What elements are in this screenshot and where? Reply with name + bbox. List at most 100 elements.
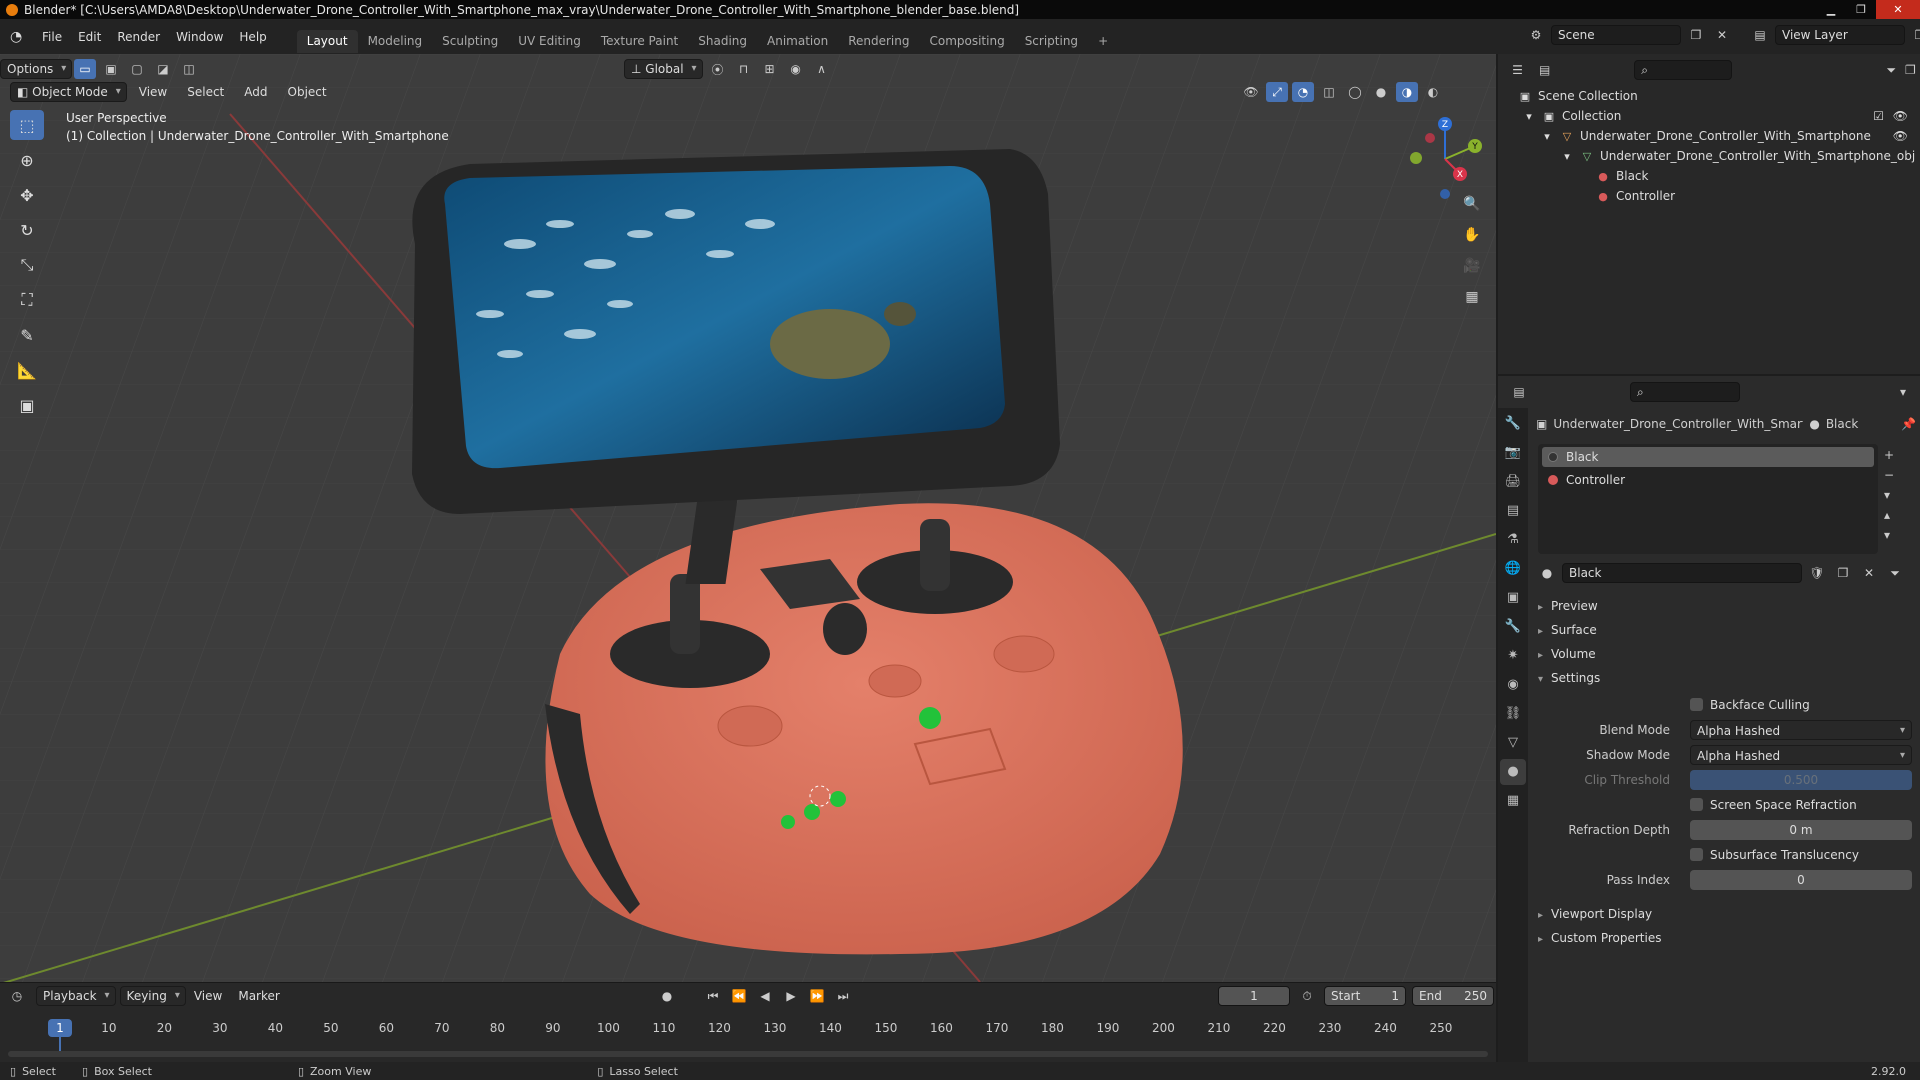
camera-view-icon[interactable]: 🎥 [1460,254,1484,278]
transform-tool-icon[interactable]: ⛶ [10,285,44,315]
solid-shading-icon[interactable]: ● [1370,82,1392,102]
tab-shading[interactable]: Shading [688,30,757,53]
tab-modeling[interactable]: Modeling [358,30,433,53]
render-tab-icon[interactable]: 📷 [1500,440,1526,466]
pin-icon[interactable]: 📌 [1901,417,1916,431]
unlink-material-icon[interactable]: ✕ [1858,563,1880,583]
panel-preview[interactable]: Preview [1538,594,1598,618]
cursor-tool-icon[interactable]: ⊕ [10,145,44,175]
3d-viewport[interactable]: ⇲ ▸ ▭ ▣ ▢ ◪ ◫ ⊥ Global ⦿ ⊓ ⊞ ◉ ∧ Options… [0,54,1496,982]
play-reverse-icon[interactable]: ◀ [754,986,776,1006]
properties-editor[interactable]: ▤ ⌕ ▾ 🔧 📷 🖨 ▤ ⚗ 🌐 ▣ 🔧 ✷ ◉ ⛓ ▽ ● ▦ ▣ Unde… [1498,376,1920,1062]
gizmo-toggle-icon[interactable]: ⤢ [1266,82,1288,102]
wireframe-shading-icon[interactable]: ◯ [1344,82,1366,102]
scene-tab-icon[interactable]: ⚗ [1500,527,1526,553]
properties-search-input[interactable]: ⌕ [1630,382,1740,402]
keying-menu[interactable]: Keying [119,986,186,1006]
tree-object[interactable]: ▾ ▽ Underwater_Drone_Controller_With_Smart… [1498,126,1920,146]
material-tab-icon[interactable]: ● [1500,759,1526,785]
panel-settings[interactable]: Settings [1538,666,1600,690]
material-filter-icon[interactable]: ⏷ [1884,563,1906,583]
panel-surface[interactable]: Surface [1538,618,1597,642]
duplicate-material-icon[interactable]: ❐ [1832,563,1854,583]
tree-scene-collection[interactable]: ▣ Scene Collection [1498,86,1920,106]
object-tab-icon[interactable]: ▣ [1500,585,1526,611]
material-name-field[interactable]: Black [1562,563,1802,583]
zoom-icon[interactable]: 🔍 [1460,192,1484,216]
close-icon[interactable]: ✕ [1876,0,1920,19]
new-scene-icon[interactable]: ❐ [1685,25,1707,45]
material-slot-black[interactable]: Black [1542,447,1874,467]
viewport-menu-add[interactable]: Add [236,81,275,103]
output-tab-icon[interactable]: 🖨 [1500,469,1526,495]
tree-material-controller[interactable]: ● Controller [1498,186,1920,206]
view-layer-icon[interactable]: ▤ [1749,25,1771,45]
current-frame-field[interactable]: 1 [1218,986,1290,1006]
delete-scene-icon[interactable]: ✕ [1711,25,1733,45]
object-visibility-icon[interactable]: 👁 [1893,126,1908,146]
jump-end-icon[interactable]: ⏭ [832,986,854,1006]
pan-hand-icon[interactable]: ✋ [1460,223,1484,247]
viewport-menu-object[interactable]: Object [280,81,335,103]
exclude-checkbox-icon[interactable]: ☑ [1873,106,1884,126]
material-shading-icon[interactable]: ◑ [1396,82,1418,102]
prev-keyframe-icon[interactable]: ⏪ [728,986,750,1006]
blend-mode-dropdown[interactable]: Alpha Hashed [1690,720,1912,741]
backface-culling-checkbox[interactable] [1690,698,1703,711]
expand-icon[interactable]: ▾ [1540,127,1554,147]
panel-viewport-display[interactable]: Viewport Display [1538,902,1652,926]
overlay-toggle-icon[interactable]: ◔ [1292,82,1314,102]
scene-icon[interactable]: ⚙ [1525,25,1547,45]
move-tool-icon[interactable]: ✥ [10,180,44,210]
annotate-tool-icon[interactable]: ✎ [10,320,44,350]
maximize-icon[interactable]: ❐ [1846,0,1876,19]
menu-window[interactable]: Window [168,26,231,48]
timeline-scrollbar[interactable] [8,1051,1488,1057]
playback-menu[interactable]: Playback [36,986,116,1006]
play-icon[interactable]: ▶ [780,986,802,1006]
collection-visibility-icon[interactable]: 👁 [1893,106,1908,126]
tab-compositing[interactable]: Compositing [919,30,1014,53]
move-slot-down-icon[interactable]: ▾ [1884,528,1894,542]
display-mode-icon[interactable]: ▤ [1535,60,1554,80]
remove-slot-icon[interactable]: − [1884,468,1894,482]
new-collection-icon[interactable]: ❐ [1901,60,1920,80]
menu-render[interactable]: Render [109,26,168,48]
subsurface-checkbox[interactable] [1690,848,1703,861]
timeline-editor[interactable]: ◷ Playback Keying View Marker ● ⏮ ⏪ ◀ ▶ … [0,982,1496,1062]
menu-file[interactable]: File [34,26,70,48]
select-box-tool-icon[interactable]: ⬚ [10,110,44,140]
particles-tab-icon[interactable]: ✷ [1500,643,1526,669]
minimize-icon[interactable]: ▁ [1816,0,1846,19]
clock-icon[interactable]: ⏱ [1296,986,1318,1006]
add-slot-icon[interactable]: + [1884,448,1894,462]
start-frame-field[interactable]: Start 1 [1324,986,1406,1006]
new-view-layer-icon[interactable]: ❐ [1909,25,1920,45]
mode-dropdown[interactable]: ◧ Object Mode [10,82,127,102]
panel-custom-properties[interactable]: Custom Properties [1538,926,1661,950]
tab-rendering[interactable]: Rendering [838,30,919,53]
viewport-menu-view[interactable]: View [131,81,175,103]
menu-edit[interactable]: Edit [70,26,109,48]
tree-mesh[interactable]: ▾ ▽ Underwater_Drone_Controller_With_Smart… [1498,146,1920,166]
tree-collection[interactable]: ▾ ▣ Collection ☑ 👁 [1498,106,1920,126]
filter-icon[interactable]: ⏷ [1882,60,1901,80]
next-keyframe-icon[interactable]: ⏩ [806,986,828,1006]
modifier-tab-icon[interactable]: 🔧 [1500,614,1526,640]
playhead[interactable]: 1 [48,1019,72,1037]
ssr-checkbox[interactable] [1690,798,1703,811]
refraction-depth-field[interactable]: 0 m [1690,820,1912,840]
scene-field[interactable]: Scene [1551,25,1681,45]
navigation-gizmo[interactable]: Z Y X [1400,114,1490,204]
xray-icon[interactable]: ◫ [1318,82,1340,102]
timeline-ruler[interactable]: 10 20 30 40 50 60 70 80 90 100 110 120 130 140 150 160 1… [0,1019,1496,1039]
pass-index-field[interactable]: 0 [1690,870,1912,890]
record-icon[interactable]: ● [656,986,678,1006]
tool-tab-icon[interactable]: 🔧 [1500,411,1526,437]
add-workspace-icon[interactable]: + [1088,30,1118,53]
move-slot-up-icon[interactable]: ▴ [1884,508,1894,522]
scale-tool-icon[interactable]: ⤡ [10,250,44,280]
tab-texture-paint[interactable]: Texture Paint [591,30,688,53]
tab-uv-editing[interactable]: UV Editing [508,30,591,53]
tab-scripting[interactable]: Scripting [1015,30,1088,53]
